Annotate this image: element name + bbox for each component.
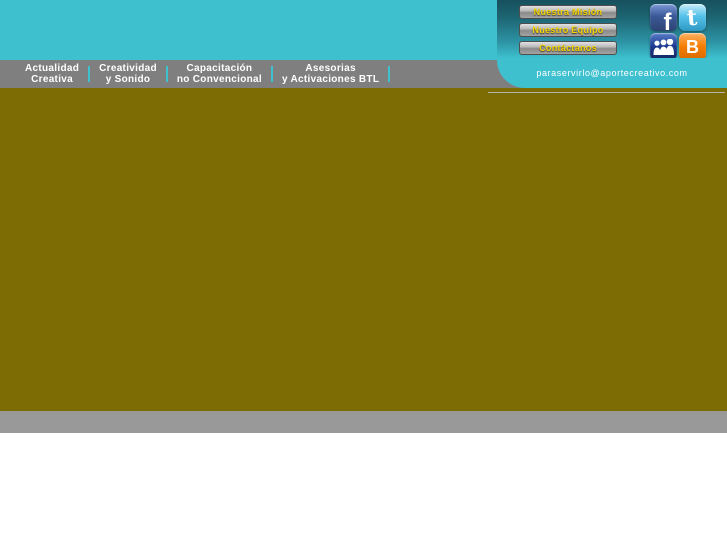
nav-item-asesorias-activaciones-btl[interactable]: Asesorias y Activaciones BTL bbox=[273, 63, 388, 85]
blogger-icon[interactable]: B bbox=[679, 33, 706, 60]
nav-item-capacitacion-no-convencional[interactable]: Capacitación no Convencional bbox=[168, 63, 271, 85]
divider-line bbox=[488, 92, 725, 93]
twitter-icon[interactable]: t bbox=[679, 4, 706, 31]
contact-email-bar: paraservirlo@aportecreativo.com bbox=[497, 58, 727, 88]
nav-separator bbox=[388, 66, 391, 82]
header-band bbox=[0, 0, 497, 60]
nav-item-creatividad-sonido[interactable]: Creatividad y Sonido bbox=[90, 63, 166, 85]
main-nav: Actualidad Creativa Creatividad y Sonido… bbox=[0, 60, 497, 88]
twitter-glyph: t bbox=[686, 4, 699, 31]
contact-email-link[interactable]: paraservirlo@aportecreativo.com bbox=[536, 68, 687, 78]
footer-bar bbox=[0, 411, 727, 433]
contactanos-button[interactable]: Contáctanos bbox=[519, 41, 617, 55]
nav-item-label-line1: Asesorias bbox=[305, 63, 356, 74]
nav-item-label-line1: Actualidad bbox=[25, 63, 80, 74]
header-buttons-column: Nuestra Misión Nuestro Equipo Contáctano… bbox=[519, 5, 617, 59]
social-icons-grid: f t B bbox=[650, 4, 706, 60]
main-content-area bbox=[0, 88, 727, 411]
nav-item-label-line2: Creativa bbox=[31, 74, 73, 85]
facebook-glyph: f bbox=[663, 9, 672, 32]
nav-item-label-line1: Creatividad bbox=[99, 63, 157, 74]
myspace-icon[interactable] bbox=[650, 33, 677, 60]
nav-item-label-line2: y Sonido bbox=[105, 74, 151, 85]
nav-item-label-line2: y Activaciones BTL bbox=[281, 74, 380, 85]
facebook-icon[interactable]: f bbox=[650, 4, 677, 31]
myspace-people-glyph bbox=[653, 38, 674, 55]
nuestro-equipo-button[interactable]: Nuestro Equipo bbox=[519, 23, 617, 37]
blogger-glyph: B bbox=[686, 36, 699, 57]
nav-item-actualidad-creativa[interactable]: Actualidad Creativa bbox=[16, 63, 88, 85]
page: Actualidad Creativa Creatividad y Sonido… bbox=[0, 0, 727, 545]
nuestra-mision-button[interactable]: Nuestra Misión bbox=[519, 5, 617, 19]
nav-item-label-line2: no Convencional bbox=[176, 74, 262, 85]
nav-item-label-line1: Capacitación bbox=[186, 63, 253, 74]
header-right-panel: Nuestra Misión Nuestro Equipo Contáctano… bbox=[497, 0, 727, 60]
